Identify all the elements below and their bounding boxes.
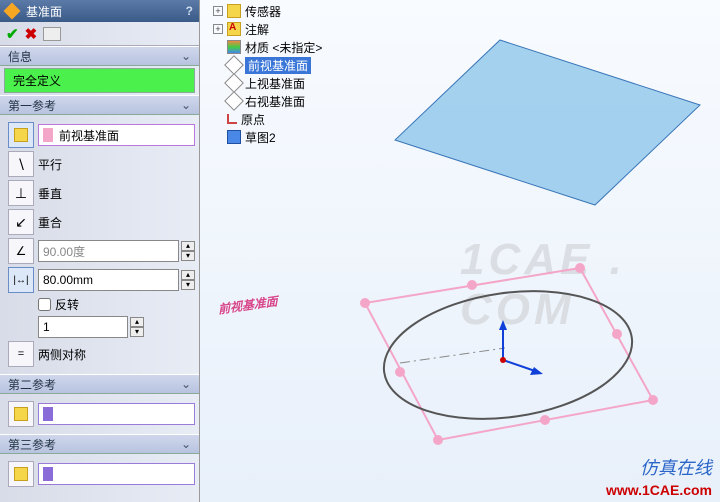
ref3-selection-field[interactable] xyxy=(38,463,195,485)
tree-item-origin[interactable]: 原点 xyxy=(205,110,385,128)
count-input[interactable]: 1 xyxy=(38,316,128,338)
ref1-selection-field[interactable]: 前视基准面 xyxy=(38,124,195,146)
pushpin-button[interactable] xyxy=(43,27,61,41)
tree-item-front-plane[interactable]: 前视基准面 xyxy=(205,56,385,74)
sketch-icon xyxy=(227,130,241,144)
cancel-button[interactable]: ✖ xyxy=(25,25,38,43)
section-ref2-header[interactable]: 第二参考⌄ xyxy=(0,374,199,394)
angle-spinner: ▴▾ xyxy=(181,241,195,261)
upper-plane xyxy=(395,40,700,205)
perpendicular-button[interactable]: ⊥ xyxy=(8,180,34,206)
branding-text: 仿真在线 xyxy=(640,454,712,480)
ref2-selection-icon[interactable] xyxy=(8,401,34,427)
tree-item-material[interactable]: 材质 <未指定> xyxy=(205,38,385,56)
plane-icon xyxy=(224,55,244,75)
tree-item-sketch2[interactable]: 草图2 xyxy=(205,128,385,146)
angle-input: 90.00度 xyxy=(38,240,179,262)
distance-button[interactable]: |↔| xyxy=(8,267,34,293)
status-text: 完全定义 xyxy=(4,68,195,93)
ok-button[interactable]: ✔ xyxy=(6,25,19,43)
parallel-button[interactable]: ∖ xyxy=(8,151,34,177)
chevron-icon: ⌄ xyxy=(181,437,191,451)
section-ref1-header[interactable]: 第一参考⌄ xyxy=(0,95,199,115)
tree-item-annotations[interactable]: +A注解 xyxy=(205,20,385,38)
distance-input[interactable]: 80.00mm xyxy=(38,269,179,291)
parallel-label: 平行 xyxy=(38,156,62,173)
tree-item-top-plane[interactable]: 上视基准面 xyxy=(205,74,385,92)
both-sides-label: 两侧对称 xyxy=(38,346,86,363)
selection-icon[interactable] xyxy=(8,122,34,148)
chevron-icon: ⌄ xyxy=(181,377,191,391)
chevron-icon: ⌄ xyxy=(181,98,191,112)
reverse-label: 反转 xyxy=(55,296,79,313)
confirm-bar: ✔ ✖ xyxy=(0,22,199,46)
ref2-selection-field[interactable] xyxy=(38,403,195,425)
perpendicular-label: 垂直 xyxy=(38,185,62,202)
coincident-label: 重合 xyxy=(38,214,62,231)
midplane-button[interactable]: = xyxy=(8,341,34,367)
help-button[interactable]: ? xyxy=(186,4,193,18)
ref3-selection-icon[interactable] xyxy=(8,461,34,487)
count-spinner[interactable]: ▴▾ xyxy=(130,317,144,337)
tree-item-sensors[interactable]: +传感器 xyxy=(205,2,385,20)
coincident-button[interactable]: ↙ xyxy=(8,209,34,235)
section-info-header[interactable]: 信息⌄ xyxy=(0,46,199,66)
distance-spinner[interactable]: ▴▾ xyxy=(181,270,195,290)
property-panel: 基准面 ? ✔ ✖ 信息⌄ 完全定义 第一参考⌄ 前视基准面 ∖平行 ⊥垂直 ↙… xyxy=(0,0,200,502)
angle-button[interactable]: ∠ xyxy=(8,238,34,264)
centerline xyxy=(400,348,505,363)
plane-icon xyxy=(224,73,244,93)
tree-item-right-plane[interactable]: 右视基准面 xyxy=(205,92,385,110)
origin-icon xyxy=(227,114,237,124)
selected-plane-outline[interactable] xyxy=(365,268,653,440)
panel-title-bar: 基准面 ? xyxy=(0,0,199,22)
section-ref3-header[interactable]: 第三参考⌄ xyxy=(0,434,199,454)
plane-icon xyxy=(224,91,244,111)
chevron-icon: ⌄ xyxy=(181,49,191,63)
reverse-checkbox[interactable] xyxy=(38,298,51,311)
feature-icon xyxy=(4,3,21,20)
feature-tree[interactable]: +传感器 +A注解 材质 <未指定> 前视基准面 上视基准面 右视基准面 原点 … xyxy=(205,0,385,148)
panel-title-text: 基准面 xyxy=(26,3,62,20)
plane-label-text: 前视基准面 xyxy=(218,293,280,316)
site-url: www.1CAE.com xyxy=(606,482,712,498)
